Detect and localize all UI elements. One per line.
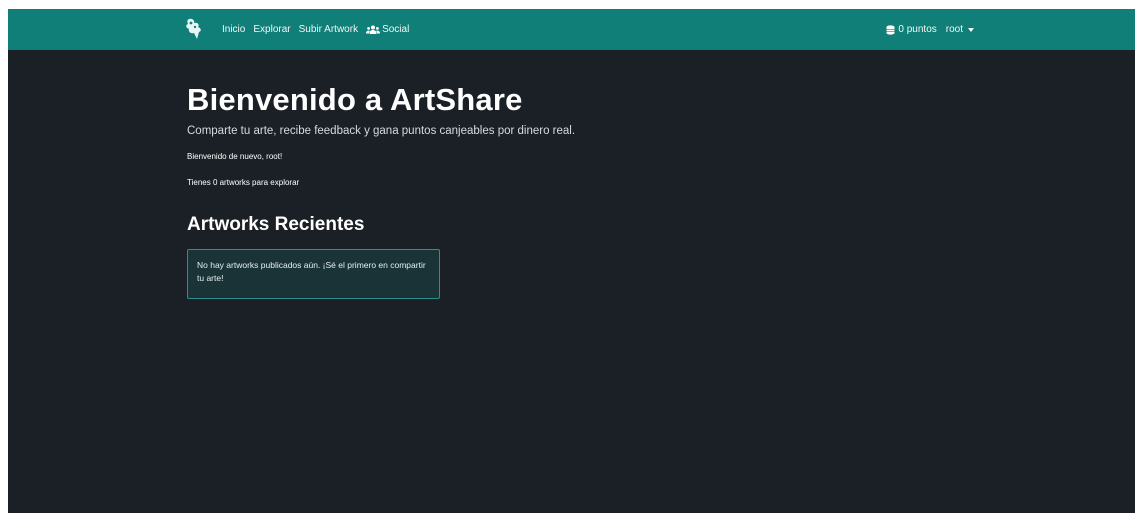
nav-link-subir-artwork[interactable]: Subir Artwork bbox=[299, 24, 358, 35]
nav-links: Inicio Explorar Subir Artwork Social bbox=[222, 9, 409, 50]
page-subtitle: Comparte tu arte, recibe feedback y gana… bbox=[187, 125, 576, 137]
empty-artworks-alert: No hay artworks publicados aún. ¡Sé el p… bbox=[187, 249, 440, 299]
nav-link-explorar[interactable]: Explorar bbox=[253, 24, 290, 35]
artworks-count-text: Tienes 0 artworks para explorar bbox=[187, 178, 300, 187]
brand-logo-icon[interactable] bbox=[185, 18, 203, 40]
nav-link-inicio[interactable]: Inicio bbox=[222, 24, 245, 35]
caret-down-icon bbox=[968, 27, 974, 32]
username-label: root bbox=[945, 24, 963, 35]
page-title: Bienvenido a ArtShare bbox=[187, 82, 523, 117]
nav-link-social-label: Social bbox=[382, 24, 410, 35]
top-navbar: Inicio Explorar Subir Artwork Social 0 p… bbox=[8, 9, 1135, 50]
points-label: 0 puntos bbox=[898, 24, 937, 35]
nav-link-social[interactable]: Social bbox=[366, 24, 409, 35]
users-icon bbox=[366, 25, 381, 34]
welcome-message: Bienvenido de nuevo, root! bbox=[187, 152, 283, 161]
app-viewport: Inicio Explorar Subir Artwork Social 0 p… bbox=[8, 9, 1135, 513]
user-dropdown-toggle[interactable]: root bbox=[946, 24, 974, 35]
nav-right: 0 puntos root bbox=[886, 9, 974, 50]
main-content: Bienvenido a ArtShare Comparte tu arte, … bbox=[187, 81, 575, 299]
coins-icon bbox=[886, 24, 895, 35]
points-display: 0 puntos bbox=[886, 24, 937, 35]
recent-artworks-heading: Artworks Recientes bbox=[187, 214, 365, 235]
